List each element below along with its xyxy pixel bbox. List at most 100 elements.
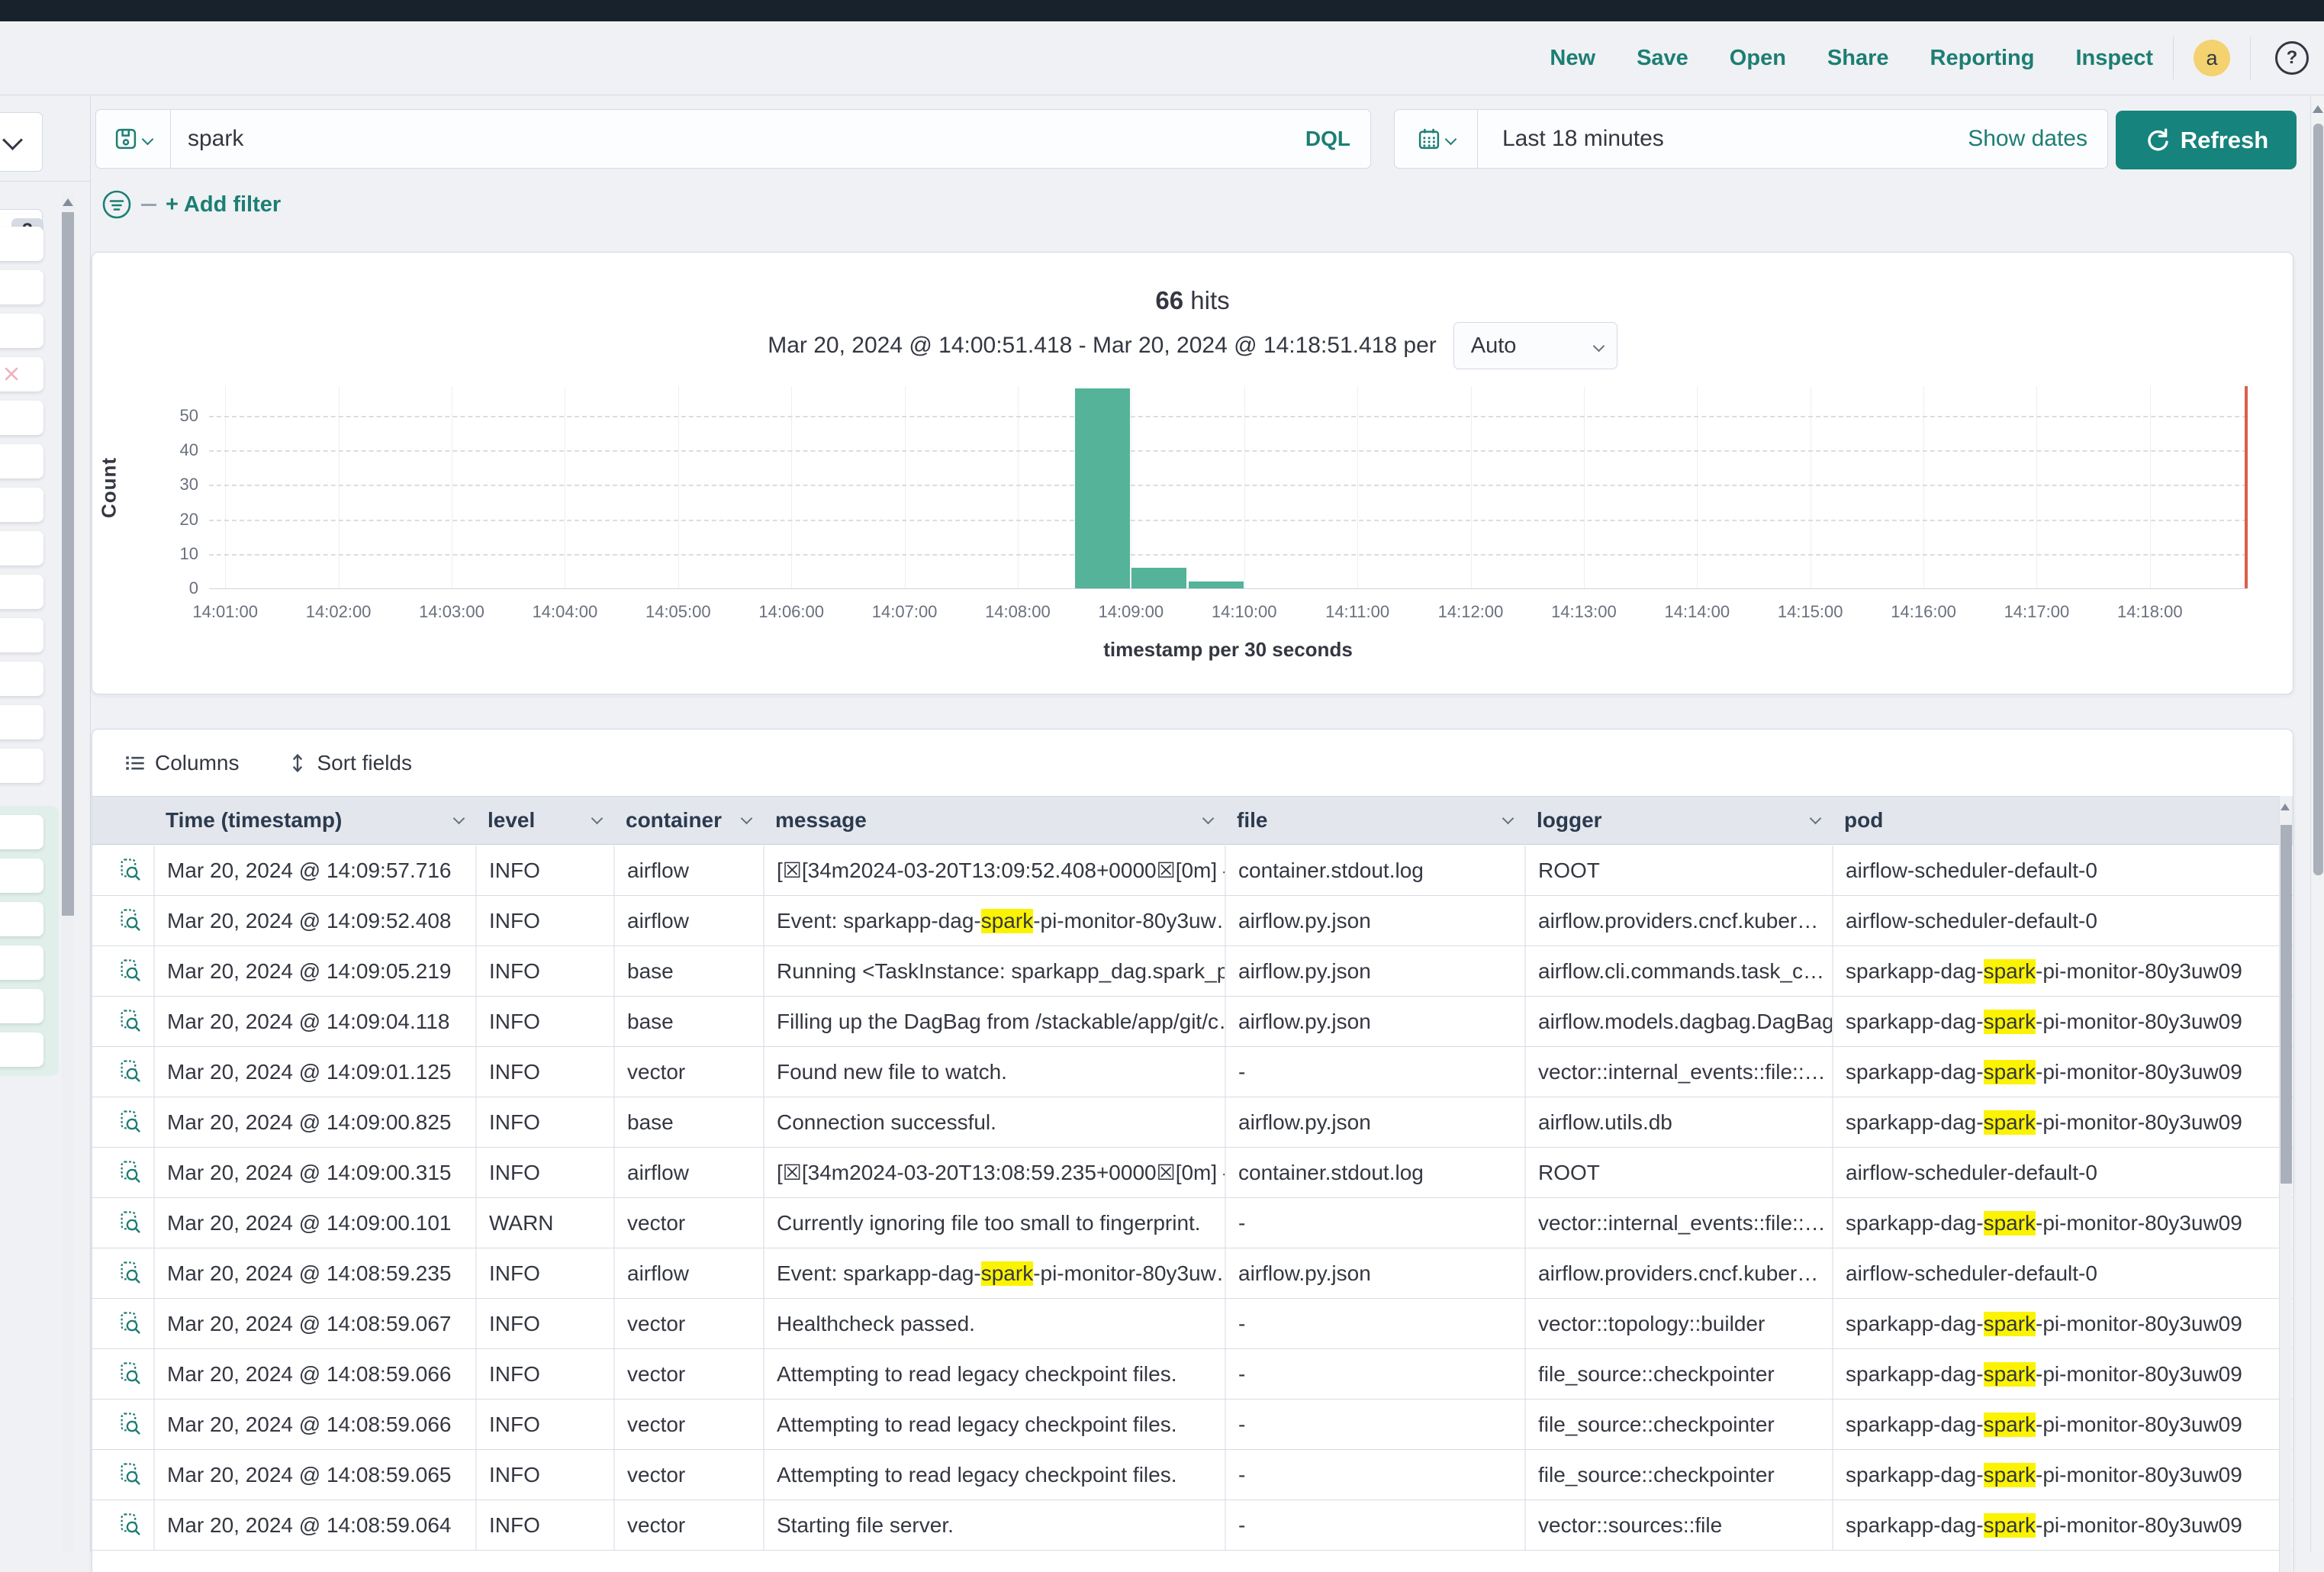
inspect-document-icon	[121, 1463, 141, 1487]
index-pattern-selector[interactable]	[0, 112, 43, 172]
help-icon[interactable]: ?	[2275, 41, 2309, 75]
histogram-bar[interactable]	[1131, 568, 1186, 588]
column-header-logger[interactable]: logger	[1524, 797, 1832, 844]
column-header-pod[interactable]: pod	[1832, 797, 2277, 844]
expand-document-button[interactable]	[108, 896, 153, 945]
nav-link-reporting[interactable]: Reporting	[1930, 46, 2035, 71]
gridline-horizontal	[209, 450, 2247, 452]
window-scrollbar-thumb[interactable]	[2313, 124, 2323, 875]
cell-text: sparkapp-dag-	[1846, 1060, 1984, 1084]
expand-document-button[interactable]	[108, 1047, 153, 1097]
field-card[interactable]	[0, 1032, 43, 1067]
field-card[interactable]	[0, 314, 43, 348]
expand-document-button[interactable]	[108, 1299, 153, 1348]
expand-document-button[interactable]	[108, 1500, 153, 1550]
sidebar-scrollbar-up-arrow[interactable]	[63, 198, 73, 206]
x-tick-label: 14:06:00	[758, 602, 824, 622]
query-language-button[interactable]: DQL	[1286, 127, 1370, 151]
cell-level: INFO	[475, 1450, 613, 1500]
column-header-file[interactable]: file	[1225, 797, 1524, 844]
nav-link-open[interactable]: Open	[1730, 46, 1786, 71]
chevron-down-icon[interactable]	[1202, 813, 1215, 825]
highlighted-term: spark	[1984, 1463, 2036, 1487]
table-scrollbar-up-arrow[interactable]	[2281, 804, 2290, 810]
cell-logger: airflow.providers.cncf.kuber…	[1524, 896, 1832, 945]
chevron-down-icon[interactable]	[741, 813, 753, 825]
nav-link-share[interactable]: Share	[1827, 46, 1889, 71]
table-scrollbar-thumb[interactable]	[2281, 825, 2292, 1184]
expand-document-button[interactable]	[108, 997, 153, 1046]
field-card[interactable]	[0, 902, 43, 936]
add-filter-button[interactable]: + Add filter	[166, 192, 281, 217]
chevron-down-icon[interactable]	[591, 813, 604, 825]
expand-document-button[interactable]	[108, 1450, 153, 1500]
chevron-down-icon[interactable]	[1810, 813, 1822, 825]
cell-file: -	[1225, 1198, 1524, 1248]
histogram-bar[interactable]	[1075, 388, 1130, 588]
cell-message: Starting file server.	[763, 1500, 1225, 1550]
y-tick-label: 40	[153, 440, 198, 460]
field-card[interactable]	[0, 227, 43, 261]
field-card[interactable]	[0, 945, 43, 980]
expand-document-button[interactable]	[108, 846, 153, 895]
cell-container: airflow	[613, 1148, 763, 1197]
field-card[interactable]	[0, 989, 43, 1023]
expand-document-button[interactable]	[108, 1198, 153, 1248]
x-tick-label: 14:13:00	[1551, 602, 1617, 622]
nav-link-inspect[interactable]: Inspect	[2075, 46, 2153, 71]
chevron-down-icon[interactable]	[453, 813, 465, 825]
histogram-bar[interactable]	[1189, 581, 1244, 588]
field-card[interactable]	[0, 531, 43, 565]
nav-link-save[interactable]: Save	[1637, 46, 1688, 71]
field-card[interactable]	[0, 815, 43, 849]
field-card[interactable]	[0, 401, 43, 435]
x-tick-label: 14:07:00	[872, 602, 938, 622]
documents-table-panel: Columns Sort fields Time (timestamp)leve…	[92, 729, 2293, 1572]
field-card[interactable]	[0, 488, 43, 522]
field-card[interactable]	[0, 858, 43, 893]
column-header-container[interactable]: container	[613, 797, 763, 844]
expand-document-button[interactable]	[108, 1400, 153, 1449]
expand-document-button[interactable]	[108, 1248, 153, 1298]
expand-document-button[interactable]	[108, 1349, 153, 1399]
expand-document-button[interactable]	[108, 946, 153, 996]
table-scrollbar-track[interactable]	[2279, 796, 2292, 1572]
interval-select[interactable]: Auto	[1453, 322, 1617, 369]
search-input[interactable]	[171, 126, 1286, 152]
window-scrollbar-up-arrow[interactable]	[2313, 105, 2323, 113]
field-card[interactable]	[0, 662, 43, 696]
sort-fields-button[interactable]: Sort fields	[288, 751, 412, 775]
nav-link-new[interactable]: New	[1550, 46, 1595, 71]
saved-query-menu-button[interactable]	[96, 110, 171, 168]
field-card[interactable]	[0, 749, 43, 783]
field-card[interactable]	[0, 270, 43, 304]
cell-logger: airflow.models.dagbag.DagBag	[1524, 997, 1832, 1046]
expand-document-button[interactable]	[108, 1097, 153, 1147]
refresh-button[interactable]: Refresh	[2116, 111, 2297, 169]
date-quick-menu-button[interactable]	[1395, 110, 1478, 168]
chevron-down-icon[interactable]	[1502, 813, 1514, 825]
field-card[interactable]	[0, 705, 43, 739]
avatar[interactable]: a	[2194, 40, 2230, 76]
cell-text: -pi-monitor-80y3uw09	[2036, 1513, 2242, 1538]
filter-icon	[101, 189, 132, 220]
hits-count: 66	[1155, 286, 1183, 314]
cell-level: INFO	[475, 1047, 613, 1097]
time-range-value[interactable]: Last 18 minutes	[1478, 126, 1968, 152]
show-dates-button[interactable]: Show dates	[1968, 126, 2107, 152]
field-card[interactable]	[0, 575, 43, 609]
cell-text: -pi-monitor-80y3uw…	[1033, 909, 1225, 933]
window-scrollbar-track[interactable]	[2310, 96, 2324, 1552]
inspect-document-icon	[121, 959, 141, 983]
column-header-time-timestamp-[interactable]: Time (timestamp)	[153, 797, 475, 844]
field-card[interactable]	[0, 357, 43, 391]
field-card[interactable]	[0, 618, 43, 652]
field-card[interactable]	[0, 444, 43, 478]
column-header-message[interactable]: message	[763, 797, 1225, 844]
column-header-level[interactable]: level	[475, 797, 613, 844]
columns-button[interactable]: Columns	[124, 751, 239, 775]
expand-document-button[interactable]	[108, 1148, 153, 1197]
sidebar-scrollbar-thumb[interactable]	[62, 212, 74, 916]
cell-message: Healthcheck passed.	[763, 1299, 1225, 1348]
cell-message: Running <TaskInstance: sparkapp_dag.spar…	[763, 946, 1225, 996]
